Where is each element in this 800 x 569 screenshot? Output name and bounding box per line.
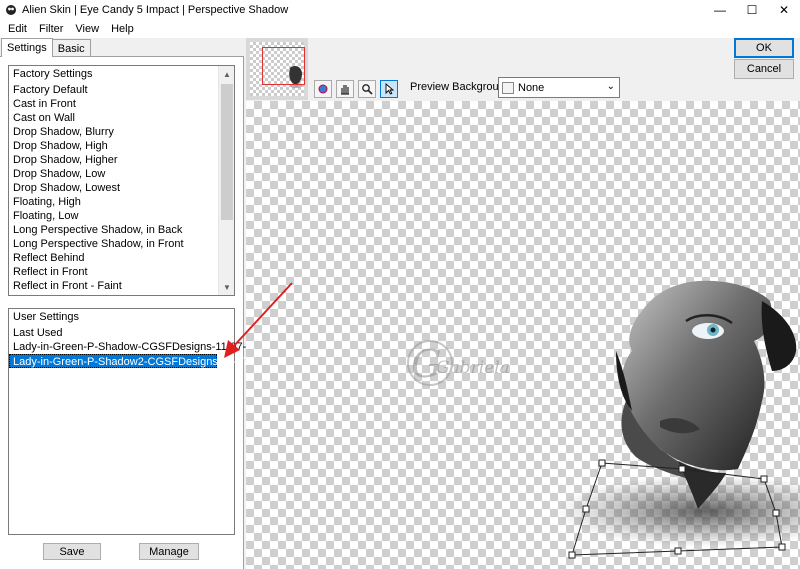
pointer-tool-icon[interactable] bbox=[380, 80, 398, 98]
transform-handle[interactable] bbox=[760, 475, 768, 483]
manage-button[interactable]: Manage bbox=[139, 543, 199, 560]
minimize-button[interactable]: — bbox=[704, 0, 736, 19]
menu-view[interactable]: View bbox=[69, 23, 105, 35]
settings-tabs: Settings Basic bbox=[1, 38, 91, 57]
list-item[interactable]: Reflect Behind bbox=[9, 251, 219, 265]
watermark-text: Gabriela bbox=[436, 358, 510, 378]
list-item[interactable]: Floating, Low bbox=[9, 209, 219, 223]
transform-handle[interactable] bbox=[772, 509, 780, 517]
list-item[interactable]: Drop Shadow, Lowest bbox=[9, 181, 219, 195]
maximize-button[interactable]: ☐ bbox=[736, 0, 768, 19]
menu-edit[interactable]: Edit bbox=[2, 23, 33, 35]
list-item[interactable]: Last Used bbox=[9, 326, 234, 340]
alien-skin-app-icon bbox=[6, 4, 16, 15]
perspective-shadow bbox=[556, 475, 800, 547]
chevron-down-icon: ⌄ bbox=[606, 81, 615, 92]
zoom-tool-icon[interactable] bbox=[358, 80, 376, 98]
list-item[interactable]: Drop Shadow, High bbox=[9, 139, 219, 153]
tab-basic[interactable]: Basic bbox=[51, 39, 91, 57]
list-item[interactable]: Cast in Front bbox=[9, 97, 219, 111]
list-item-selected[interactable]: Lady-in-Green-P-Shadow2-CGSFDesigns-11-0… bbox=[9, 354, 277, 368]
scroll-thumb[interactable] bbox=[221, 84, 233, 220]
menu-bar: Edit Filter View Help bbox=[0, 19, 800, 38]
factory-settings-header: Factory Settings bbox=[13, 68, 93, 80]
tab-settings[interactable]: Settings bbox=[1, 38, 53, 57]
list-item[interactable]: Lady-in-Green-P-Shadow-CGSFDesigns-11-07… bbox=[9, 340, 271, 354]
list-item[interactable]: Long Perspective Shadow, in Front bbox=[9, 237, 219, 251]
list-item[interactable]: Reflect in Front bbox=[9, 265, 219, 279]
list-item[interactable]: Drop Shadow, Low bbox=[9, 167, 219, 181]
list-item[interactable]: Factory Default bbox=[9, 83, 219, 97]
watermark: G Gabriela bbox=[407, 340, 510, 386]
transform-handle[interactable] bbox=[674, 547, 682, 555]
transform-handle[interactable] bbox=[778, 543, 786, 551]
user-settings-list[interactable]: User Settings Last Used Lady-in-Green-P-… bbox=[8, 308, 277, 535]
navigator-thumbnail[interactable] bbox=[246, 38, 308, 100]
transform-handle[interactable] bbox=[598, 459, 606, 467]
close-button[interactable]: ✕ bbox=[768, 0, 800, 19]
scroll-down-icon[interactable]: ▼ bbox=[219, 279, 234, 295]
factory-list-scrollbar[interactable]: ▲ ▼ bbox=[218, 66, 234, 295]
cancel-button[interactable]: Cancel bbox=[734, 59, 794, 79]
list-item[interactable]: Drop Shadow, Blurry bbox=[9, 125, 219, 139]
save-button[interactable]: Save bbox=[43, 543, 101, 560]
preview-background-value: None bbox=[518, 81, 545, 94]
transform-handle[interactable] bbox=[678, 465, 686, 473]
list-item[interactable]: Long Perspective Shadow, in Back bbox=[9, 223, 219, 237]
preview-toolbar bbox=[314, 80, 402, 98]
window-title: Alien Skin | Eye Candy 5 Impact | Perspe… bbox=[22, 3, 289, 16]
settings-panel: Factory Settings Factory Default Cast in… bbox=[0, 56, 277, 569]
menu-filter[interactable]: Filter bbox=[33, 23, 69, 35]
transform-handle[interactable] bbox=[582, 505, 590, 513]
light-tool-icon[interactable] bbox=[314, 80, 332, 98]
list-item[interactable]: Reflect in Front - Faint bbox=[9, 279, 219, 293]
preview-background-select[interactable]: None ⌄ bbox=[498, 77, 620, 98]
transform-handle[interactable] bbox=[568, 551, 576, 559]
title-bar: Alien Skin | Eye Candy 5 Impact | Perspe… bbox=[0, 0, 800, 19]
list-item[interactable]: Floating, High bbox=[9, 195, 219, 209]
scroll-up-icon[interactable]: ▲ bbox=[219, 66, 234, 82]
list-item[interactable]: Drop Shadow, Higher bbox=[9, 153, 219, 167]
user-settings-header: User Settings bbox=[13, 311, 80, 323]
viewport-frame[interactable] bbox=[262, 47, 305, 85]
ok-button[interactable]: OK bbox=[734, 38, 794, 58]
window-controls: — ☐ ✕ bbox=[704, 0, 800, 19]
preview-canvas[interactable]: G Gabriela bbox=[246, 101, 800, 569]
preview-image: G Gabriela bbox=[407, 280, 800, 559]
list-item[interactable]: Cast on Wall bbox=[9, 111, 219, 125]
factory-settings-items: Factory Settings Factory Default Cast in… bbox=[9, 66, 219, 295]
factory-settings-list[interactable]: Factory Settings Factory Default Cast in… bbox=[8, 65, 235, 296]
face-sculpture bbox=[616, 280, 797, 509]
hand-tool-icon[interactable] bbox=[336, 80, 354, 98]
menu-help[interactable]: Help bbox=[105, 23, 140, 35]
background-swatch-icon bbox=[502, 81, 514, 94]
